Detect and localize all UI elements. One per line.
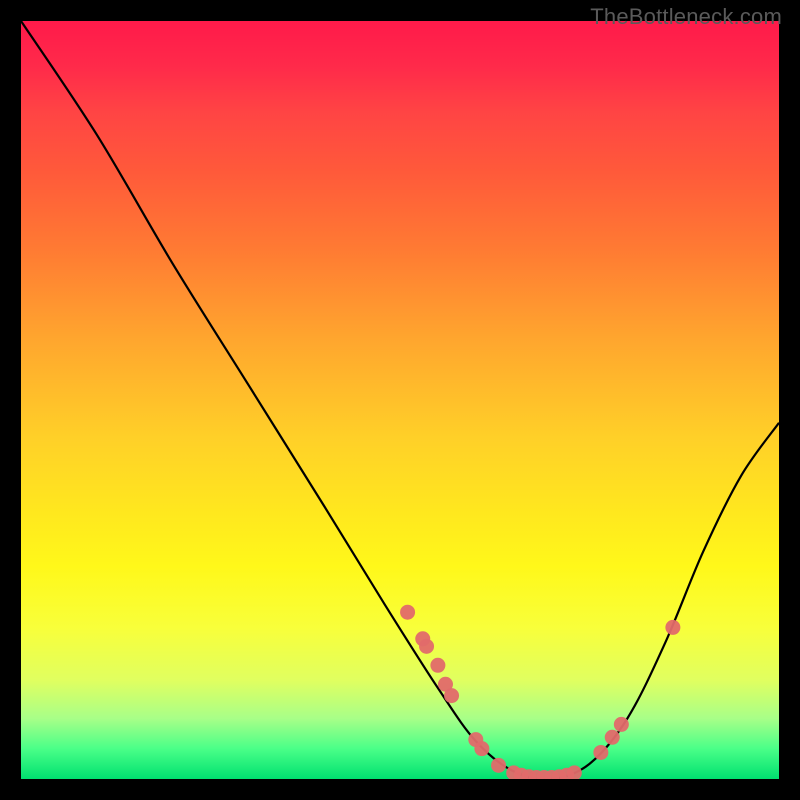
data-point xyxy=(474,741,489,756)
data-point xyxy=(430,658,445,673)
data-point xyxy=(614,717,629,732)
data-point xyxy=(419,639,434,654)
scatter-points xyxy=(400,605,680,779)
chart-svg xyxy=(21,21,779,779)
bottleneck-curve xyxy=(21,21,779,779)
data-point xyxy=(491,758,506,773)
watermark: TheBottleneck.com xyxy=(590,4,782,30)
data-point xyxy=(605,730,620,745)
data-point xyxy=(567,765,582,779)
data-point xyxy=(593,745,608,760)
chart-plot xyxy=(21,21,779,779)
data-point xyxy=(665,620,680,635)
data-point xyxy=(400,605,415,620)
data-point xyxy=(444,688,459,703)
